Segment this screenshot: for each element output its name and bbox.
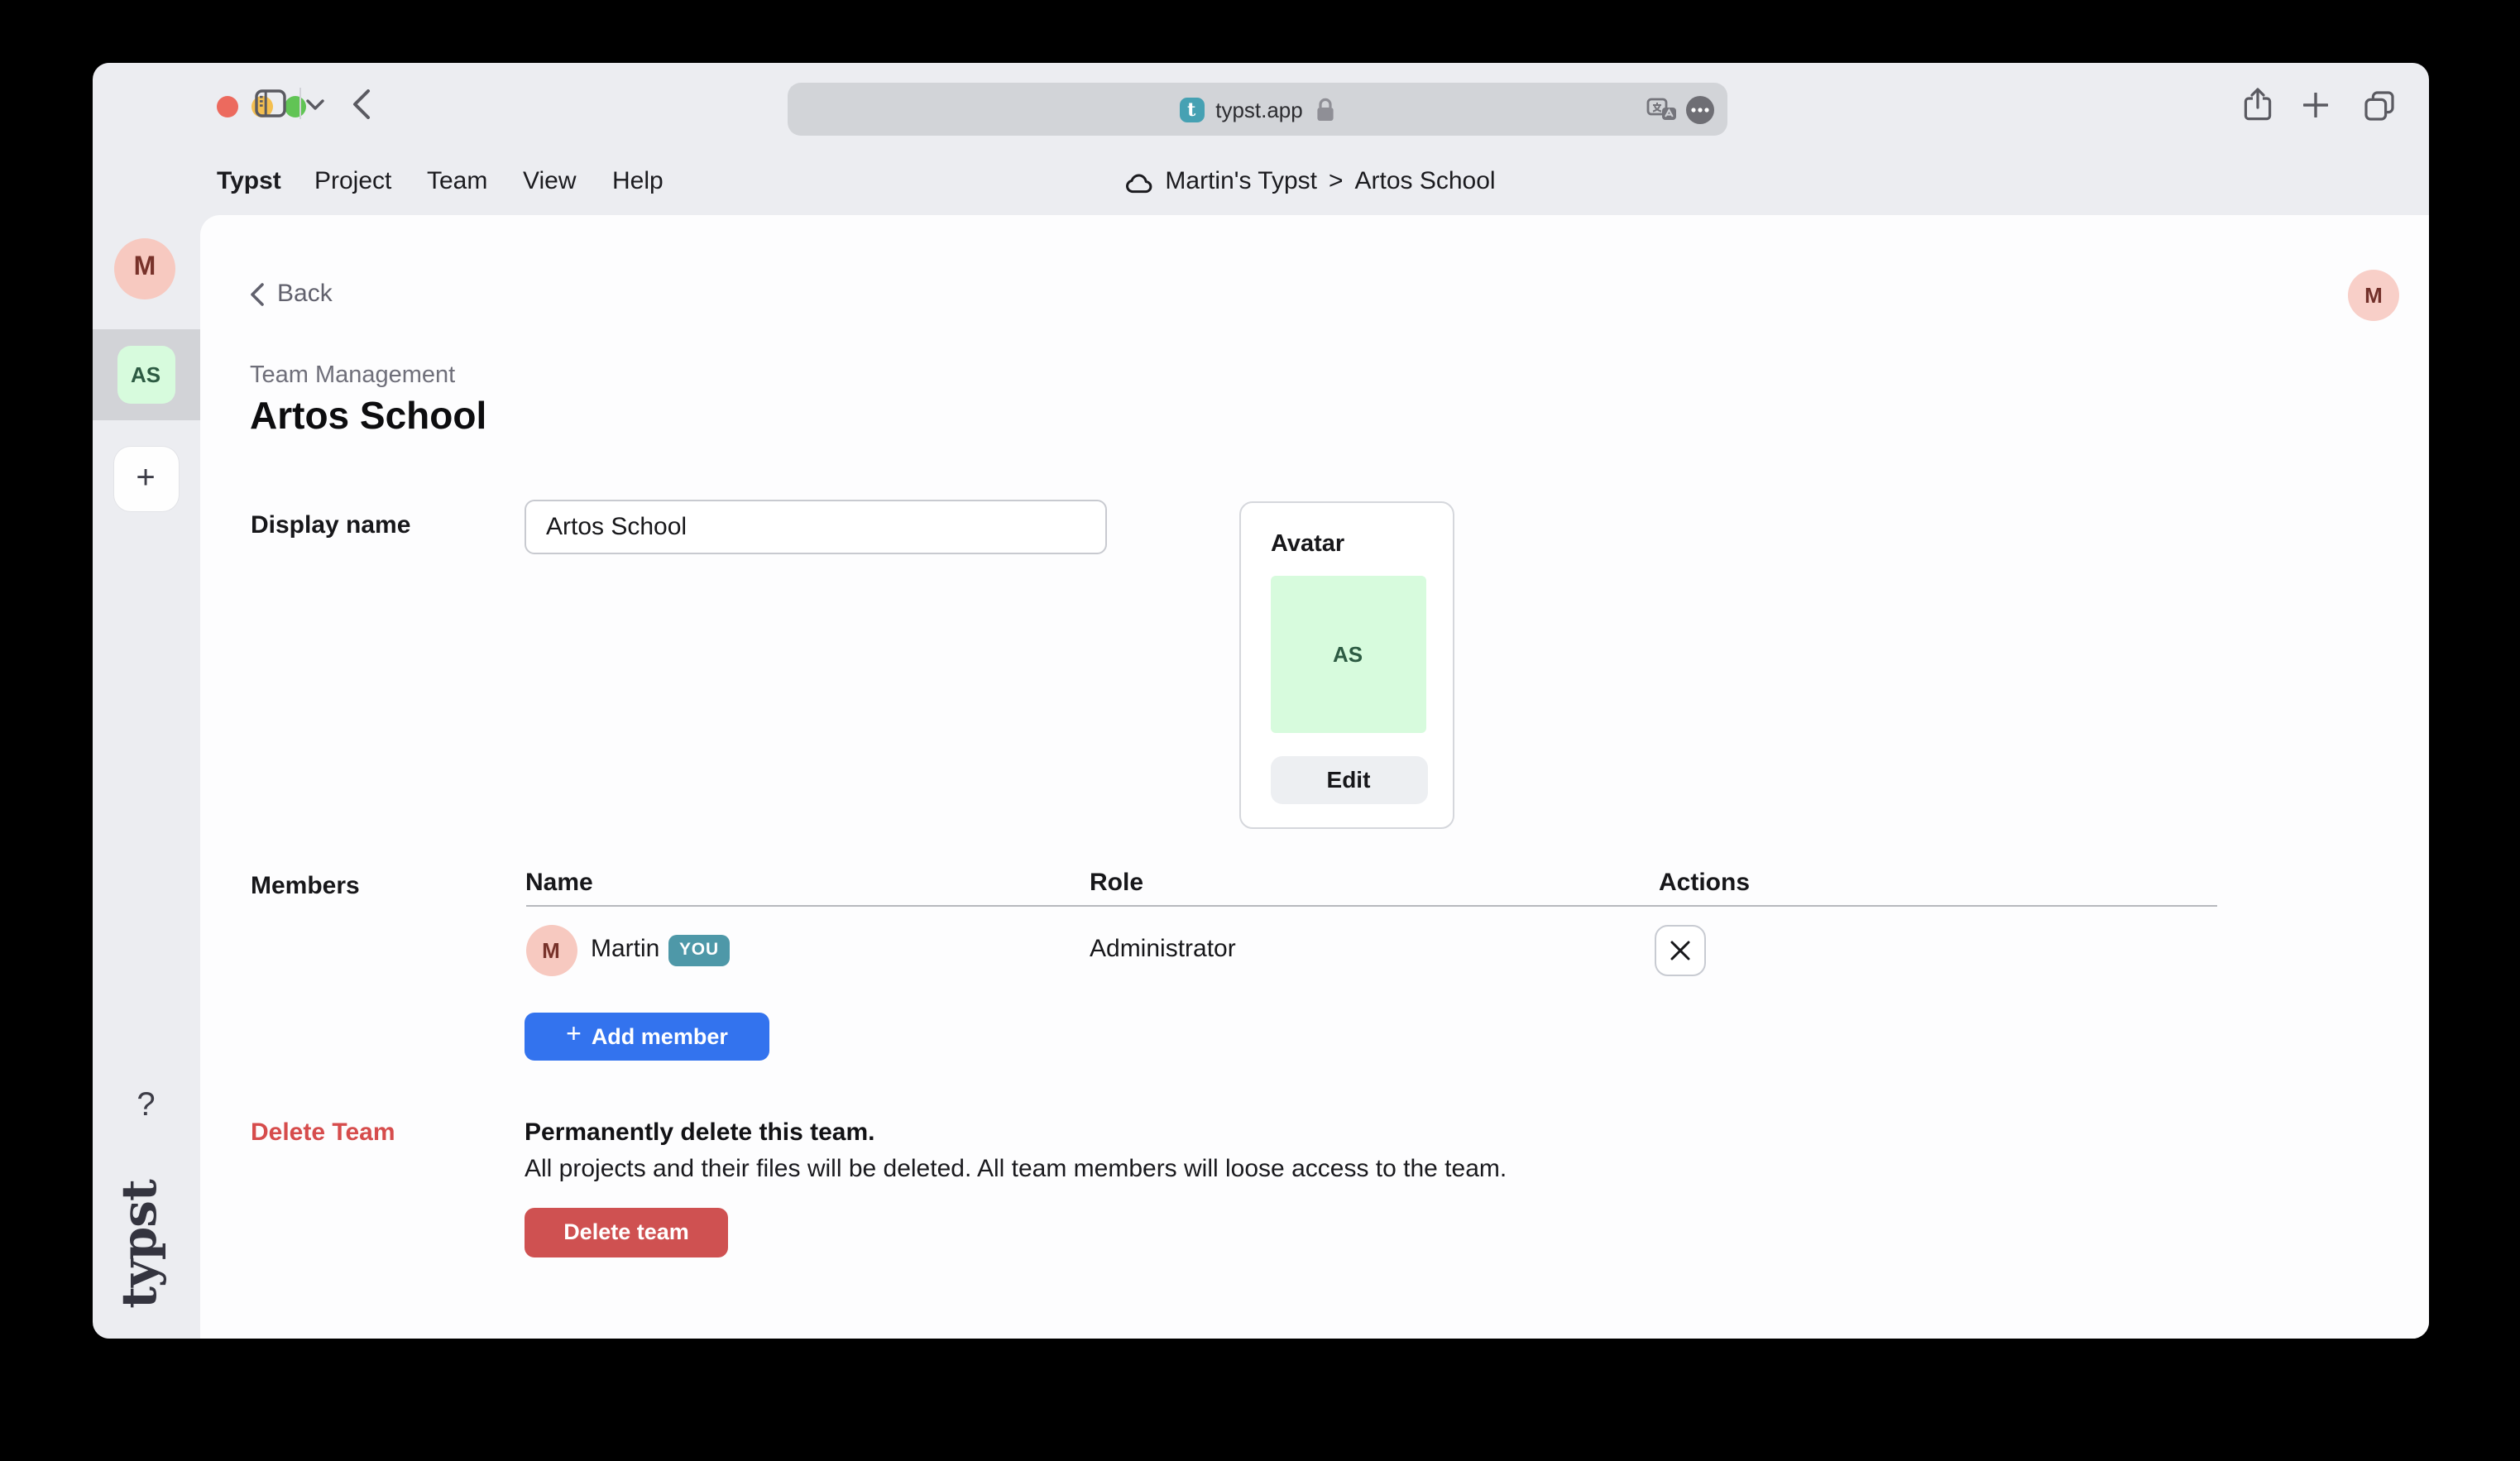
menu-team[interactable]: Team bbox=[427, 167, 487, 197]
lock-icon bbox=[1316, 97, 1336, 122]
table-divider bbox=[525, 904, 2216, 907]
close-icon bbox=[1670, 939, 1691, 960]
more-options-icon[interactable] bbox=[1686, 95, 1714, 123]
browser-toolbar: t typst.app bbox=[93, 63, 2429, 144]
close-window-button[interactable] bbox=[217, 95, 238, 117]
desktop-background: t typst.app bbox=[0, 0, 2520, 1461]
back-chevron-icon bbox=[249, 282, 264, 305]
plus-icon: + bbox=[566, 1023, 582, 1049]
account-avatar[interactable]: M bbox=[2348, 269, 2399, 320]
url-text: typst.app bbox=[1215, 97, 1303, 122]
display-name-label: Display name bbox=[251, 511, 410, 541]
member-name: Martin bbox=[591, 935, 659, 965]
avatar-card: Avatar AS Edit bbox=[1239, 501, 1454, 829]
workspace-sidebar: M AS + ? typst bbox=[93, 214, 199, 1339]
member-avatar: M bbox=[525, 924, 577, 975]
display-name-input[interactable] bbox=[525, 500, 1107, 554]
app-menu-bar: Typst Project Team View Help Martin's Ty… bbox=[93, 144, 2429, 215]
cloud-icon bbox=[1125, 173, 1153, 193]
back-link[interactable]: Back bbox=[249, 279, 333, 309]
team-management-page: Back Team Management Artos School Displa… bbox=[199, 214, 2429, 1339]
breadcrumb-separator: > bbox=[1329, 167, 1344, 197]
column-header-actions: Actions bbox=[1659, 868, 1750, 898]
menu-view[interactable]: View bbox=[523, 167, 577, 197]
back-arrow-icon[interactable] bbox=[352, 89, 371, 118]
avatar-card-label: Avatar bbox=[1271, 530, 1344, 557]
delete-warning-title: Permanently delete this team. bbox=[525, 1119, 875, 1148]
translate-icon[interactable] bbox=[1646, 97, 1678, 122]
browser-window: t typst.app bbox=[93, 63, 2429, 1339]
menu-typst[interactable]: Typst bbox=[217, 167, 281, 197]
remove-member-button[interactable] bbox=[1655, 924, 1706, 975]
add-member-label: Add member bbox=[592, 1024, 728, 1049]
sidebar-selected-band: AS bbox=[93, 329, 199, 419]
edit-avatar-button[interactable]: Edit bbox=[1270, 755, 1427, 804]
menu-project[interactable]: Project bbox=[314, 167, 391, 197]
delete-team-button[interactable]: Delete team bbox=[525, 1208, 728, 1257]
share-icon[interactable] bbox=[2244, 87, 2272, 120]
breadcrumb-current: Artos School bbox=[1355, 167, 1496, 197]
zoom-window-button[interactable] bbox=[285, 95, 306, 117]
team-avatar-preview: AS bbox=[1270, 576, 1425, 733]
address-bar[interactable]: t typst.app bbox=[788, 83, 1727, 136]
tab-overview-icon[interactable] bbox=[2364, 90, 2394, 120]
column-header-role: Role bbox=[1090, 868, 1143, 898]
you-badge: YOU bbox=[668, 934, 730, 966]
sidebar-user-avatar[interactable]: M bbox=[114, 237, 175, 299]
toolbar-divider bbox=[299, 88, 300, 119]
members-label: Members bbox=[251, 871, 360, 901]
chevron-down-icon[interactable] bbox=[306, 99, 324, 111]
column-header-name: Name bbox=[525, 868, 593, 898]
site-favicon: t bbox=[1179, 97, 1204, 122]
breadcrumb-root[interactable]: Martin's Typst bbox=[1165, 167, 1317, 197]
help-icon[interactable]: ? bbox=[93, 1086, 199, 1124]
add-member-button[interactable]: + Add member bbox=[525, 1012, 769, 1061]
sidebar-add-team-button[interactable]: + bbox=[113, 446, 178, 510]
new-tab-icon[interactable] bbox=[2303, 93, 2328, 117]
menu-help[interactable]: Help bbox=[612, 167, 664, 197]
delete-team-label: Delete Team bbox=[251, 1119, 395, 1148]
back-label: Back bbox=[277, 279, 333, 309]
section-label: Team Management bbox=[250, 361, 455, 390]
page-title: Artos School bbox=[250, 388, 486, 441]
member-role: Administrator bbox=[1090, 935, 1236, 965]
breadcrumb: Martin's Typst > Artos School bbox=[1125, 167, 1495, 197]
typst-logo: typst bbox=[110, 1180, 166, 1309]
delete-warning-description: All projects and their files will be del… bbox=[525, 1152, 1507, 1184]
sidebar-toggle-icon[interactable] bbox=[255, 89, 286, 117]
sidebar-team-avatar[interactable]: AS bbox=[117, 345, 175, 403]
